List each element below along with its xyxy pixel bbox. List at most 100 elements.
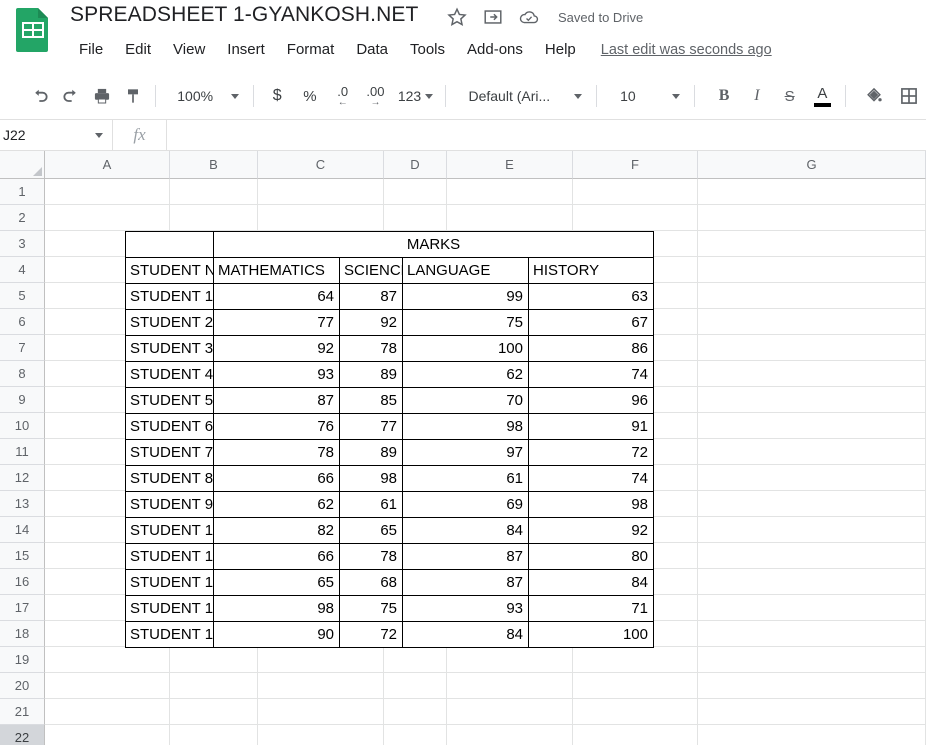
cell-F21[interactable]: [573, 699, 698, 725]
table-cell[interactable]: 69: [402, 491, 529, 518]
table-cell[interactable]: 100: [528, 621, 654, 648]
cell-E22[interactable]: [447, 725, 573, 745]
cell-E20[interactable]: [447, 673, 573, 699]
menu-tools[interactable]: Tools: [399, 38, 456, 61]
table-cell[interactable]: 99: [402, 283, 529, 310]
table-cell[interactable]: 70: [402, 387, 529, 414]
menu-view[interactable]: View: [162, 38, 216, 61]
table-cell[interactable]: 92: [213, 335, 340, 362]
table-cell[interactable]: 87: [339, 283, 403, 310]
table-cell[interactable]: 78: [339, 335, 403, 362]
cell-C20[interactable]: [258, 673, 384, 699]
column-header-g[interactable]: G: [698, 151, 926, 179]
table-cell[interactable]: 87: [402, 543, 529, 570]
column-header-a[interactable]: A: [45, 151, 170, 179]
cell-G9[interactable]: [698, 387, 926, 413]
cell-G4[interactable]: [698, 257, 926, 283]
table-header-1[interactable]: MATHEMATICS: [213, 257, 340, 284]
cell-G15[interactable]: [698, 543, 926, 569]
select-all-corner[interactable]: [0, 151, 45, 179]
table-cell[interactable]: 65: [213, 569, 340, 596]
table-row[interactable]: STUDENT 7: [125, 439, 214, 466]
table-cell[interactable]: 68: [339, 569, 403, 596]
menu-help[interactable]: Help: [534, 38, 587, 61]
row-header-17[interactable]: 17: [0, 595, 45, 621]
row-header-6[interactable]: 6: [0, 309, 45, 335]
cell-G19[interactable]: [698, 647, 926, 673]
table-cell[interactable]: 77: [213, 309, 340, 336]
cell-C1[interactable]: [258, 179, 384, 205]
row-header-5[interactable]: 5: [0, 283, 45, 309]
table-row[interactable]: STUDENT 4: [125, 361, 214, 388]
paint-format-button[interactable]: [117, 81, 148, 111]
table-cell[interactable]: 87: [213, 387, 340, 414]
table-cell[interactable]: 72: [528, 439, 654, 466]
table-cell[interactable]: 74: [528, 361, 654, 388]
table-cell[interactable]: 65: [339, 517, 403, 544]
table-cell[interactable]: 61: [402, 465, 529, 492]
redo-button[interactable]: [56, 81, 87, 111]
table-cell[interactable]: 62: [402, 361, 529, 388]
cell-F1[interactable]: [573, 179, 698, 205]
column-header-f[interactable]: F: [573, 151, 698, 179]
table-cell[interactable]: 84: [528, 569, 654, 596]
cell-D19[interactable]: [384, 647, 447, 673]
cell-G6[interactable]: [698, 309, 926, 335]
row-header-10[interactable]: 10: [0, 413, 45, 439]
move-to-folder-icon[interactable]: [482, 6, 504, 28]
column-header-c[interactable]: C: [258, 151, 384, 179]
table-cell[interactable]: 75: [339, 595, 403, 622]
table-cell[interactable]: 74: [528, 465, 654, 492]
table-cell[interactable]: 89: [339, 439, 403, 466]
row-header-19[interactable]: 19: [0, 647, 45, 673]
row-header-21[interactable]: 21: [0, 699, 45, 725]
cell-G16[interactable]: [698, 569, 926, 595]
cell-C22[interactable]: [258, 725, 384, 745]
cell-A2[interactable]: [45, 205, 170, 231]
table-cell[interactable]: 84: [402, 621, 529, 648]
undo-button[interactable]: [25, 81, 56, 111]
cell-G20[interactable]: [698, 673, 926, 699]
row-header-20[interactable]: 20: [0, 673, 45, 699]
italic-button[interactable]: I: [741, 81, 774, 111]
cell-E2[interactable]: [447, 205, 573, 231]
decrease-decimal-button[interactable]: .0 ←: [326, 81, 359, 111]
table-row[interactable]: STUDENT 6: [125, 413, 214, 440]
table-cell[interactable]: 63: [528, 283, 654, 310]
cell-D20[interactable]: [384, 673, 447, 699]
table-row[interactable]: STUDENT 1: [125, 283, 214, 310]
row-header-16[interactable]: 16: [0, 569, 45, 595]
cell-G13[interactable]: [698, 491, 926, 517]
table-cell[interactable]: 78: [213, 439, 340, 466]
cell-G7[interactable]: [698, 335, 926, 361]
table-cell[interactable]: 66: [213, 543, 340, 570]
font-size-dropdown[interactable]: 10: [614, 81, 686, 111]
row-header-3[interactable]: 3: [0, 231, 45, 257]
cell-D21[interactable]: [384, 699, 447, 725]
menu-file[interactable]: File: [68, 38, 114, 61]
table-cell[interactable]: 92: [339, 309, 403, 336]
table-cell[interactable]: 85: [339, 387, 403, 414]
table-cell[interactable]: 100: [402, 335, 529, 362]
cell-E1[interactable]: [447, 179, 573, 205]
star-icon[interactable]: [446, 6, 468, 28]
row-header-14[interactable]: 14: [0, 517, 45, 543]
cell-G14[interactable]: [698, 517, 926, 543]
table-cell[interactable]: 80: [528, 543, 654, 570]
column-header-d[interactable]: D: [384, 151, 447, 179]
table-cell[interactable]: 78: [339, 543, 403, 570]
menu-addons[interactable]: Add-ons: [456, 38, 534, 61]
percent-format-button[interactable]: %: [294, 81, 327, 111]
fill-color-button[interactable]: [857, 81, 892, 111]
cell-B20[interactable]: [170, 673, 258, 699]
table-cell[interactable]: 98: [402, 413, 529, 440]
cell-B3-empty[interactable]: [125, 231, 214, 258]
cell-G10[interactable]: [698, 413, 926, 439]
currency-format-button[interactable]: $: [261, 81, 294, 111]
cell-F2[interactable]: [573, 205, 698, 231]
zoom-dropdown[interactable]: 100%: [171, 81, 245, 111]
table-cell[interactable]: 67: [528, 309, 654, 336]
table-cell[interactable]: 77: [339, 413, 403, 440]
cell-A1[interactable]: [45, 179, 170, 205]
row-header-18[interactable]: 18: [0, 621, 45, 647]
